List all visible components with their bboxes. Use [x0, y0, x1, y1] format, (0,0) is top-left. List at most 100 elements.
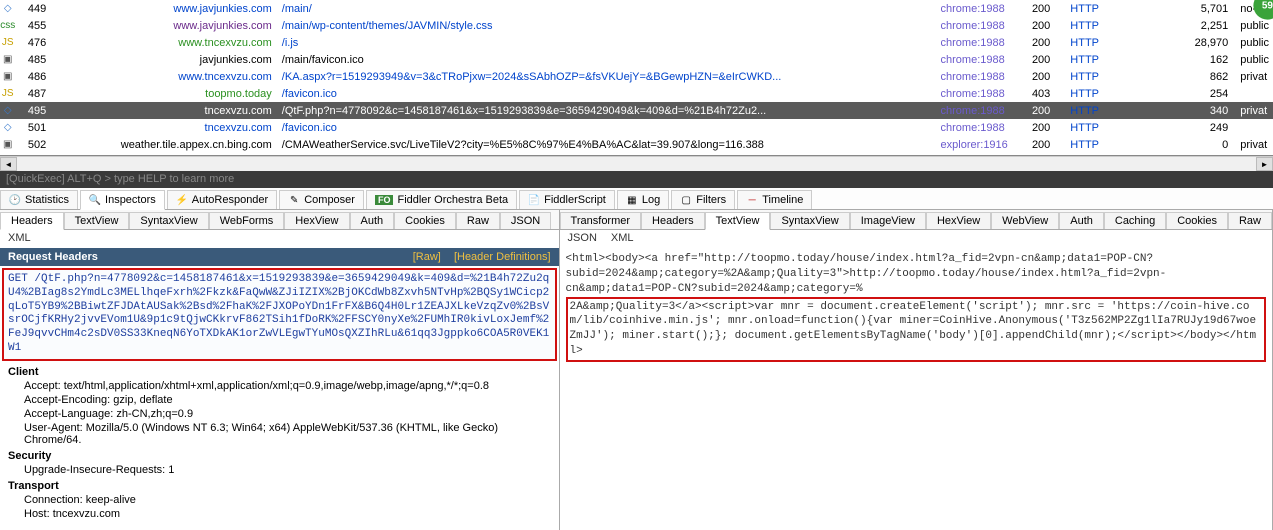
session-size: 0 — [1186, 139, 1234, 151]
session-row[interactable]: ▣502weather.tile.appex.cn.bing.com/CMAWe… — [0, 136, 1273, 153]
tab-log[interactable]: ▦Log — [617, 190, 669, 209]
req-tab-cookies[interactable]: Cookies — [394, 212, 456, 229]
timeline-icon: ─ — [746, 194, 758, 206]
session-row[interactable]: ◇495tncexvzu.com/QtF.php?n=4778092&c=145… — [0, 102, 1273, 119]
header-item[interactable]: Accept-Language: zh-CN,zh;q=0.9 — [0, 407, 559, 421]
sessions-grid[interactable]: ◇449www.javjunkies.com/main/chrome:19882… — [0, 0, 1273, 156]
resp-tab-xml[interactable]: XML — [611, 232, 634, 246]
header-item[interactable]: User-Agent: Mozilla/5.0 (Windows NT 6.3;… — [0, 421, 559, 447]
session-client: chrome:1988 — [941, 105, 1012, 117]
session-status: 403 — [1012, 88, 1071, 100]
session-id: 495 — [15, 105, 52, 117]
tab-filters[interactable]: ▢Filters — [671, 190, 735, 209]
session-row[interactable]: ◇501tncexvzu.com/favicon.icochrome:19882… — [0, 119, 1273, 136]
session-row[interactable]: ▣485javjunkies.com/main/favicon.icochrom… — [0, 51, 1273, 68]
request-pane: Headers TextView SyntaxView WebForms Hex… — [0, 210, 560, 530]
resp-tab-json[interactable]: JSON — [568, 232, 597, 246]
resp-tab-raw[interactable]: Raw — [1228, 212, 1272, 229]
session-status: 200 — [1012, 139, 1071, 151]
tab-inspectors[interactable]: 🔍Inspectors — [80, 190, 165, 210]
session-protocol: HTTP — [1070, 3, 1186, 15]
response-text[interactable]: <html><body><a href="http://toopmo.today… — [560, 248, 1272, 366]
session-size: 5,701 — [1186, 3, 1234, 15]
request-tabs: Headers TextView SyntaxView WebForms Hex… — [0, 210, 559, 230]
session-type-icon: ▣ — [0, 139, 15, 150]
resp-tab-auth[interactable]: Auth — [1059, 212, 1104, 229]
session-size: 862 — [1186, 71, 1234, 83]
session-row[interactable]: ▣486www.tncexvzu.com/KA.aspx?r=151929394… — [0, 68, 1273, 85]
scroll-left-arrow[interactable]: ◄ — [0, 157, 17, 171]
session-client: chrome:1988 — [941, 3, 1012, 15]
session-size: 254 — [1186, 88, 1234, 100]
header-item[interactable]: Connection: keep-alive — [0, 493, 559, 507]
req-tab-textview[interactable]: TextView — [64, 212, 130, 229]
resp-tab-imageview[interactable]: ImageView — [850, 212, 926, 229]
session-host: javjunkies.com — [52, 54, 278, 66]
req-tab-syntaxview[interactable]: SyntaxView — [129, 212, 208, 229]
header-item[interactable]: Host: tncexvzu.com — [0, 507, 559, 521]
session-host: www.tncexvzu.com — [52, 71, 278, 83]
session-status: 200 — [1012, 54, 1071, 66]
raw-link[interactable]: [Raw] — [413, 251, 441, 263]
session-protocol: HTTP — [1070, 88, 1186, 100]
session-status: 200 — [1012, 71, 1071, 83]
session-status: 200 — [1012, 122, 1071, 134]
req-tab-auth[interactable]: Auth — [350, 212, 395, 229]
req-tab-json[interactable]: JSON — [500, 212, 551, 229]
request-line-box[interactable]: GET /QtF.php?n=4778092&c=1458187461&x=15… — [2, 268, 557, 361]
tab-composer[interactable]: ✎Composer — [279, 190, 364, 209]
session-row[interactable]: css455www.javjunkies.com/main/wp-content… — [0, 17, 1273, 34]
tab-autoresponder[interactable]: ⚡AutoResponder — [167, 190, 277, 209]
session-client: chrome:1988 — [941, 54, 1012, 66]
log-icon: ▦ — [626, 194, 638, 206]
session-row[interactable]: JS487toopmo.today/favicon.icochrome:1988… — [0, 85, 1273, 102]
filter-icon: ▢ — [680, 194, 692, 206]
tab-statistics[interactable]: 🕑Statistics — [0, 190, 78, 209]
session-row[interactable]: JS476www.tncexvzu.com/i.jschrome:1988200… — [0, 34, 1273, 51]
session-cache: public — [1234, 37, 1273, 49]
resp-tab-webview[interactable]: WebView — [991, 212, 1059, 229]
session-size: 28,970 — [1186, 37, 1234, 49]
session-client: chrome:1988 — [941, 71, 1012, 83]
resp-tab-textview[interactable]: TextView — [705, 212, 771, 230]
quickexec-bar[interactable]: [QuickExec] ALT+Q > type HELP to learn m… — [0, 171, 1273, 188]
req-tab-raw[interactable]: Raw — [456, 212, 500, 229]
session-host: weather.tile.appex.cn.bing.com — [52, 139, 278, 151]
header-defs-link[interactable]: [Header Definitions] — [454, 251, 551, 263]
session-id: 501 — [15, 122, 52, 134]
tab-orchestra[interactable]: FOFiddler Orchestra Beta — [366, 190, 517, 209]
tab-timeline[interactable]: ─Timeline — [737, 190, 812, 209]
resp-tab-syntaxview[interactable]: SyntaxView — [770, 212, 849, 229]
resp-tab-transformer[interactable]: Transformer — [560, 212, 642, 229]
header-item[interactable]: Upgrade-Insecure-Requests: 1 — [0, 463, 559, 477]
session-client: explorer:1916 — [941, 139, 1012, 151]
session-type-icon: ▣ — [0, 54, 15, 65]
resp-tab-hexview[interactable]: HexView — [926, 212, 991, 229]
resp-tab-headers[interactable]: Headers — [641, 212, 705, 229]
tab-fiddlerscript[interactable]: 📄FiddlerScript — [519, 190, 615, 209]
resp-tab-caching[interactable]: Caching — [1104, 212, 1166, 229]
resp-tab-cookies[interactable]: Cookies — [1166, 212, 1228, 229]
session-id: 487 — [15, 88, 52, 100]
session-id: 485 — [15, 54, 52, 66]
req-tab-webforms[interactable]: WebForms — [209, 212, 285, 229]
session-status: 200 — [1012, 105, 1071, 117]
req-tab-headers[interactable]: Headers — [0, 212, 64, 230]
scroll-right-arrow[interactable]: ► — [1256, 157, 1273, 171]
header-item[interactable]: Accept-Encoding: gzip, deflate — [0, 393, 559, 407]
session-row[interactable]: ◇449www.javjunkies.com/main/chrome:19882… — [0, 0, 1273, 17]
session-client: chrome:1988 — [941, 122, 1012, 134]
magnifier-icon: 🔍 — [89, 194, 101, 206]
session-size: 340 — [1186, 105, 1234, 117]
req-tab-hexview[interactable]: HexView — [284, 212, 349, 229]
horizontal-scrollbar[interactable]: ◄ ► — [0, 156, 1273, 171]
session-url: /favicon.ico — [278, 88, 941, 100]
header-item[interactable]: Accept: text/html,application/xhtml+xml,… — [0, 379, 559, 393]
req-tab-xml[interactable]: XML — [8, 232, 31, 246]
session-url: /main/ — [278, 3, 941, 15]
session-status: 200 — [1012, 3, 1071, 15]
session-host: www.javjunkies.com — [52, 3, 278, 15]
session-cache: privat — [1234, 105, 1273, 117]
session-url: /CMAWeatherService.svc/LiveTileV2?city=%… — [278, 139, 941, 151]
main-tabs: 🕑Statistics 🔍Inspectors ⚡AutoResponder ✎… — [0, 188, 1273, 210]
